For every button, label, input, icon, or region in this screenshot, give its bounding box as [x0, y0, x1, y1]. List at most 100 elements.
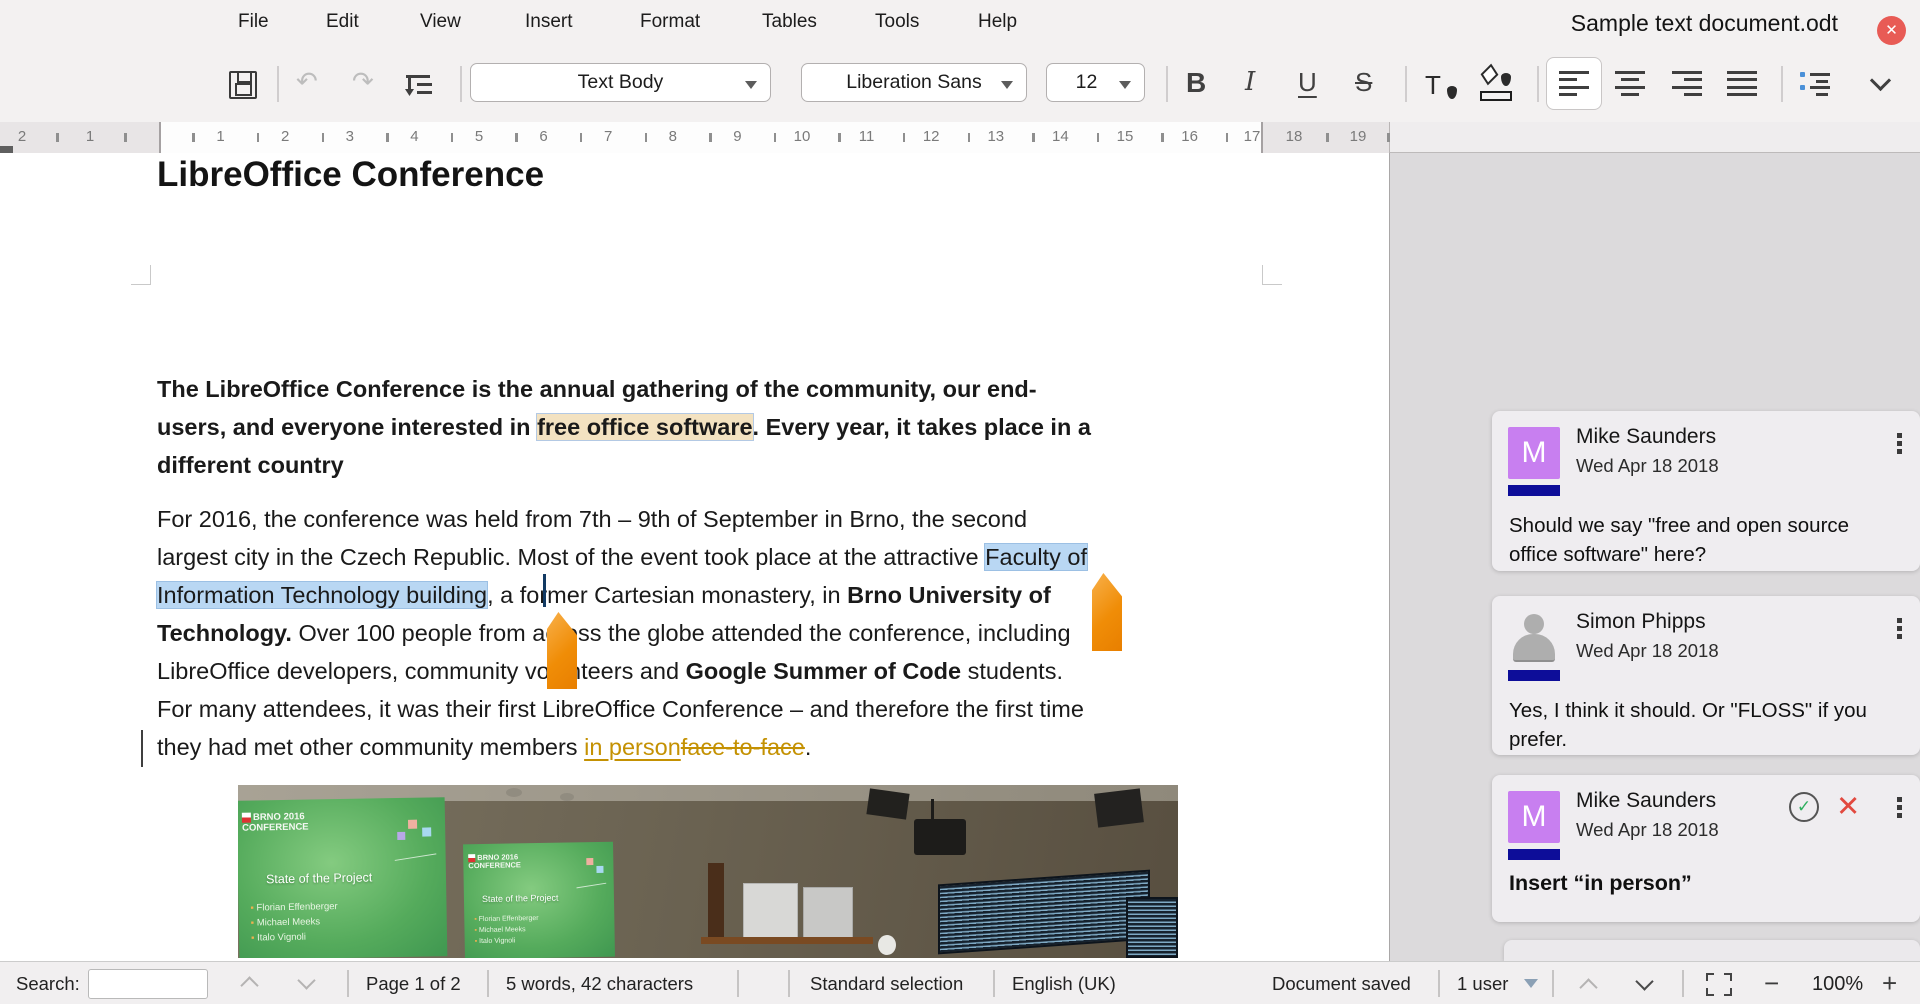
zoom-level[interactable]: 100%	[1812, 973, 1863, 996]
zoom-out-button[interactable]: −	[1764, 968, 1779, 999]
status-separator	[487, 970, 489, 997]
ruler[interactable]: 2 1 1 2 3 4 5 6 7 8 9 10 11 12 13 14 15 16 17 18 19	[0, 122, 1920, 153]
author-color-bar	[1508, 849, 1560, 860]
document-page[interactable]: LibreOffice Conference The LibreOffice C…	[0, 153, 1390, 961]
paragraph-style-select[interactable]: Text Body	[470, 63, 771, 102]
search-next-button[interactable]	[297, 971, 316, 990]
photo-projector-arm	[931, 799, 934, 821]
reject-change-button[interactable]: ✕	[1836, 792, 1860, 822]
justify-button[interactable]	[1727, 71, 1757, 96]
ruler-number: 4	[410, 128, 419, 145]
text-line[interactable]: For many attendees, it was their first L…	[157, 690, 1087, 728]
text-line[interactable]: Information Technology building, a forme…	[157, 576, 1087, 614]
ruler-number: 5	[474, 128, 484, 145]
bold-button[interactable]: B	[1186, 67, 1206, 99]
text-line[interactable]: Technology. Over 100 people from across …	[157, 614, 1087, 652]
underline-button[interactable]: U	[1298, 67, 1317, 98]
scroll-up-button[interactable]	[1579, 978, 1598, 997]
undo-button[interactable]: ↶	[296, 66, 318, 97]
ruler-tick	[1032, 133, 1035, 142]
fit-page-button[interactable]	[1706, 973, 1732, 996]
photo-projector	[1094, 788, 1144, 828]
justify-icon	[1727, 71, 1757, 96]
ruler-number: 11	[858, 128, 875, 145]
language-status[interactable]: English (UK)	[1012, 973, 1116, 995]
search-input[interactable]	[88, 969, 208, 999]
align-center-button[interactable]	[1615, 71, 1645, 96]
status-separator	[1552, 970, 1554, 997]
align-left-button[interactable]	[1546, 57, 1602, 110]
menu-tools[interactable]: Tools	[875, 11, 919, 33]
save-button[interactable]	[229, 71, 257, 99]
ruler-margin-boundary[interactable]	[1261, 122, 1263, 153]
indent-button[interactable]	[405, 73, 436, 99]
text-line[interactable]: LibreOffice developers, community volunt…	[157, 652, 1087, 690]
user-list-chevron-icon[interactable]	[1524, 979, 1538, 988]
font-size-select[interactable]: 12	[1046, 63, 1145, 102]
comment-card[interactable]: M Mike Saunders Wed Apr 18 2018 Should w…	[1492, 411, 1920, 571]
search-previous-button[interactable]	[240, 976, 259, 995]
tracked-change-card[interactable]: M Mike Saunders Wed Apr 18 2018 ✓ ✕ Inse…	[1492, 775, 1920, 922]
font-color-icon: T	[1425, 70, 1459, 102]
text-line[interactable]: different country	[157, 446, 1091, 484]
menu-file[interactable]: File	[238, 11, 269, 33]
comment-card[interactable]: Simon Phipps Wed Apr 18 2018 Yes, I thin…	[1492, 596, 1920, 755]
close-document-button[interactable]: ✕	[1877, 16, 1906, 45]
text-line[interactable]: For 2016, the conference was held from 7…	[157, 500, 1087, 538]
chevron-down-icon	[745, 81, 757, 89]
text-line[interactable]: users, and everyone interested in free o…	[157, 408, 1091, 446]
font-size-value: 12	[1075, 71, 1098, 93]
change-summary: Insert “in person”	[1509, 871, 1692, 895]
ruler-number: 15	[1116, 128, 1134, 145]
user-count[interactable]: 1 user	[1457, 973, 1508, 995]
text-line[interactable]: largest city in the Czech Republic. Most…	[157, 538, 1088, 576]
menu-edit[interactable]: Edit	[326, 11, 359, 33]
selection-mode[interactable]: Standard selection	[810, 973, 963, 995]
align-right-button[interactable]	[1672, 71, 1702, 96]
slide-deco-line	[392, 840, 437, 861]
menu-help[interactable]: Help	[978, 11, 1017, 33]
slide-deco	[586, 858, 594, 866]
menu-format[interactable]: Format	[640, 11, 700, 33]
zoom-in-button[interactable]: +	[1882, 968, 1897, 999]
menu-insert[interactable]: Insert	[525, 11, 573, 33]
comment-card-partial[interactable]	[1504, 940, 1920, 961]
word-count[interactable]: 5 words, 42 characters	[506, 973, 693, 995]
photo-lamp	[878, 935, 896, 955]
text-line[interactable]: The LibreOffice Conference is the annual…	[157, 370, 1091, 408]
font-name-select[interactable]: Liberation Sans	[801, 63, 1027, 102]
toolbar-expand-button[interactable]	[1869, 69, 1892, 92]
italic-button[interactable]: I	[1245, 67, 1255, 97]
bullet-list-button[interactable]	[1800, 71, 1832, 98]
strikethrough-button[interactable]: S	[1355, 67, 1372, 98]
page-count[interactable]: Page 1 of 2	[366, 973, 461, 995]
comment-menu-button[interactable]	[1897, 618, 1902, 642]
font-color-button[interactable]: T	[1425, 70, 1459, 102]
ruler-margin-boundary[interactable]	[159, 122, 161, 153]
highlight-color-button[interactable]	[1479, 63, 1515, 101]
comment-menu-button[interactable]	[1897, 797, 1902, 821]
comment-date: Wed Apr 18 2018	[1576, 819, 1719, 840]
ruler-tab-stop[interactable]	[0, 146, 13, 153]
chevron-down-icon	[1001, 81, 1013, 89]
photo-screen-right: BRNO 2016 CONFERENCE State of the Projec…	[463, 841, 615, 958]
comment-date: Wed Apr 18 2018	[1576, 455, 1719, 476]
menu-view[interactable]: View	[420, 11, 461, 33]
scroll-down-button[interactable]	[1635, 972, 1654, 991]
comment-menu-button[interactable]	[1897, 433, 1902, 457]
redo-button[interactable]: ↷	[352, 66, 374, 97]
text-line[interactable]: they had met other community members in …	[157, 728, 1087, 766]
accept-change-button[interactable]: ✓	[1789, 792, 1819, 822]
ruler-tick	[579, 133, 583, 142]
ruler-number: 8	[668, 128, 677, 145]
ruler-number: 10	[793, 128, 811, 145]
conference-photo[interactable]: BRNO 2016 CONFERENCE State of the Projec…	[238, 785, 1178, 958]
comment-author: Simon Phipps	[1576, 610, 1706, 633]
menu-tables[interactable]: Tables	[762, 11, 817, 33]
toolbar-separator	[277, 66, 279, 102]
document-area: LibreOffice Conference The LibreOffice C…	[0, 153, 1920, 961]
photo-window	[1126, 897, 1178, 958]
brno-flag-icon	[241, 812, 252, 823]
ruler-tick	[644, 133, 647, 142]
text-boundary-corner	[1262, 265, 1282, 285]
